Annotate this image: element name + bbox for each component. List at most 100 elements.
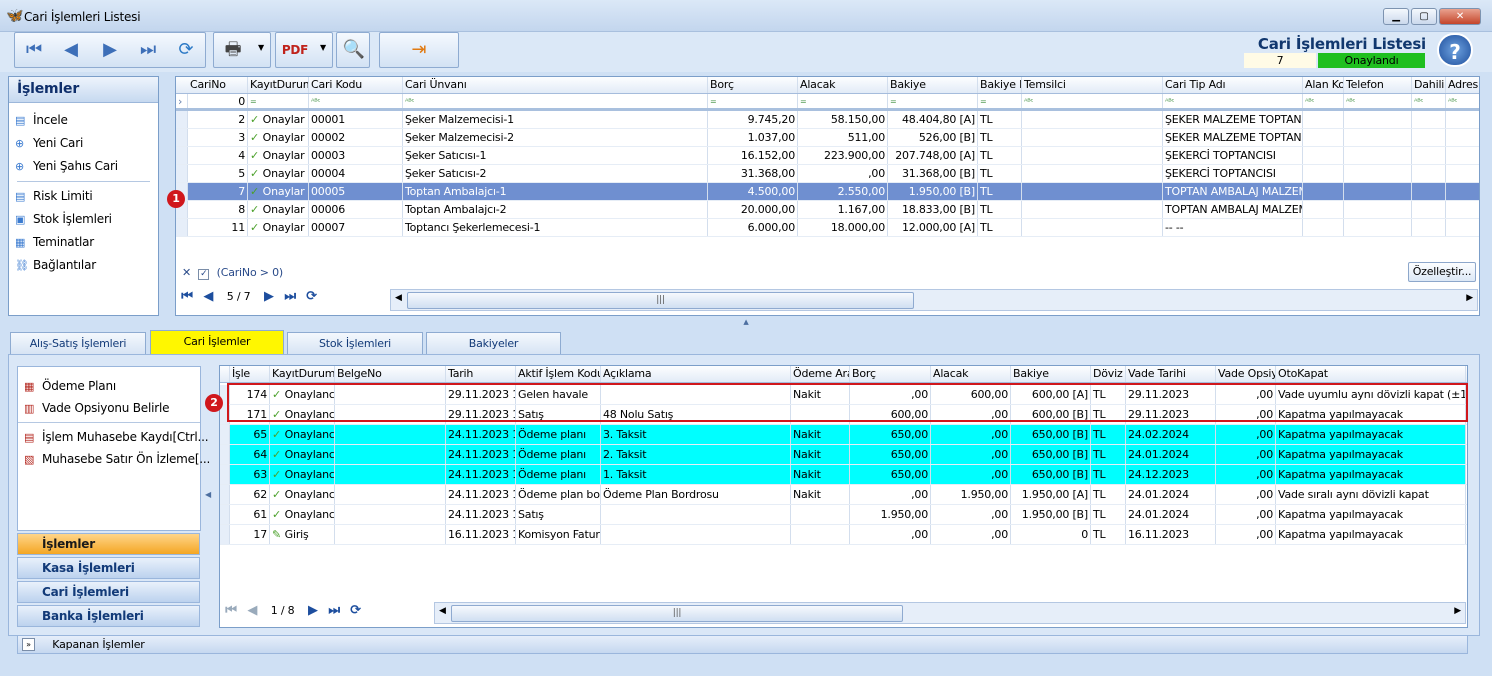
pdf-save-icon[interactable]: PDF: [278, 35, 312, 67]
export-dropdown-icon[interactable]: ▼: [320, 43, 326, 52]
table-row[interactable]: 17 ✎ Giriş 16.11.2023 1 Komisyon Fatura ,00,…: [220, 525, 1467, 545]
bottom-hscrollbar[interactable]: ◀ ||| ▶: [434, 602, 1466, 624]
table-row[interactable]: 2 ✓ Onaylar 00001 Şeker Malzemecisi-1 9.745,…: [176, 111, 1479, 129]
column-header[interactable]: Temsilci: [1022, 77, 1163, 93]
filter-cell[interactable]: ᴬᴮᶜ: [1446, 94, 1479, 108]
action-item[interactable]: ▦ Ödeme Planı: [18, 375, 200, 397]
filter-cell[interactable]: ᴬᴮᶜ: [1412, 94, 1446, 108]
prev-page-icon[interactable]: ◀: [199, 289, 217, 304]
filter-cell[interactable]: ᴬᴮᶜ: [1163, 94, 1303, 108]
filter-cell[interactable]: =: [798, 94, 888, 108]
splitter[interactable]: ▲: [0, 318, 1492, 326]
table-row[interactable]: 8 ✓ Onaylar 00006 Toptan Ambalajcı-2 20.000,…: [176, 201, 1479, 219]
filter-text[interactable]: (CariNo > 0): [217, 266, 284, 279]
filter-cell[interactable]: ᴬᴮᶜ: [1022, 94, 1163, 108]
search-document-icon[interactable]: 🔍: [337, 35, 371, 67]
column-header[interactable]: Vade Tarihi: [1126, 366, 1216, 382]
filter-cell[interactable]: 0: [188, 94, 248, 108]
table-row[interactable]: 65 ✓ Onaylanc 24.11.2023 1 Ödeme planı 3. Ta…: [220, 425, 1467, 445]
action-item[interactable]: ▤ İşlem Muhasebe Kaydı[Ctrl...: [18, 426, 209, 448]
column-header[interactable]: Bakiye D: [978, 77, 1022, 93]
refresh-page-icon[interactable]: ⟳: [346, 603, 364, 618]
top-hscrollbar[interactable]: ◀ ||| ▶: [390, 289, 1478, 311]
column-header[interactable]: Bakiye: [1011, 366, 1091, 382]
closed-transactions-bar[interactable]: » Kapanan İşlemler: [17, 635, 1468, 654]
operations-item[interactable]: ▤ İncele: [9, 109, 158, 132]
column-header[interactable]: Borç: [850, 366, 931, 382]
column-header[interactable]: Borç: [708, 77, 798, 93]
filter-cell[interactable]: =: [248, 94, 309, 108]
last-record-icon[interactable]: ⏭: [131, 35, 165, 67]
column-header[interactable]: Tarih: [446, 366, 516, 382]
table-row[interactable]: 63 ✓ Onaylanc 24.11.2023 1 Ödeme planı 1. Ta…: [220, 465, 1467, 485]
tab-item[interactable]: Bakiyeler: [426, 332, 561, 354]
filter-cell[interactable]: =: [888, 94, 978, 108]
next-page-icon[interactable]: ▶: [304, 603, 322, 618]
section-button[interactable]: Banka İşlemleri: [17, 605, 200, 627]
bottom-scroll-thumb[interactable]: |||: [451, 605, 903, 622]
first-page-icon[interactable]: ⏮: [178, 289, 196, 304]
operations-item[interactable]: ▦ Teminatlar: [9, 231, 158, 254]
column-header[interactable]: OtoKapat: [1276, 366, 1466, 382]
column-header[interactable]: Döviz: [1091, 366, 1126, 382]
operations-item[interactable]: ⊕ Yeni Şahıs Cari: [9, 155, 158, 178]
next-record-icon[interactable]: ▶: [93, 35, 127, 67]
column-header[interactable]: Dahili: [1412, 77, 1446, 93]
column-header[interactable]: Bakiye: [888, 77, 978, 93]
filter-cell[interactable]: =: [978, 94, 1022, 108]
refresh-page-icon[interactable]: ⟳: [302, 289, 320, 304]
operations-item[interactable]: ▤ Risk Limiti: [9, 185, 158, 208]
table-row[interactable]: 5 ✓ Onaylar 00004 Şeker Satıcısı-2 31.368,00…: [176, 165, 1479, 183]
first-page-icon[interactable]: ⏮: [222, 603, 240, 618]
refresh-icon[interactable]: ⟳: [169, 35, 203, 67]
close-button[interactable]: ✕: [1439, 8, 1481, 25]
maximize-button[interactable]: ▢: [1411, 8, 1437, 25]
table-row[interactable]: 11 ✓ Onaylar 00007 Toptancı Şekerlemecesi-1…: [176, 219, 1479, 237]
tab-item[interactable]: Cari İşlemler: [150, 330, 284, 355]
column-header[interactable]: CariNo: [188, 77, 248, 93]
help-icon[interactable]: ?: [1437, 33, 1473, 67]
action-item[interactable]: ▥ Vade Opsiyonu Belirle: [18, 397, 200, 419]
clear-filter-icon[interactable]: ✕: [182, 266, 191, 279]
filter-cell[interactable]: ᴬᴮᶜ: [1344, 94, 1412, 108]
filter-row[interactable]: › 0 = ᴬᴮᶜ ᴬᴮᶜ = = = = ᴬᴮᶜ ᴬᴮᶜ ᴬᴮᶜ ᴬᴮᶜ ᴬᴮᶜ ᴬᴮᶜ: [176, 94, 1479, 111]
print-dropdown-icon[interactable]: ▼: [258, 43, 264, 52]
column-header[interactable]: KayıtDurumu: [270, 366, 335, 382]
tab-item[interactable]: Alış-Satış İşlemleri: [10, 332, 146, 354]
operations-item[interactable]: ▣ Stok İşlemleri: [9, 208, 158, 231]
minimize-button[interactable]: ▁: [1383, 8, 1409, 25]
column-header[interactable]: Açıklama: [601, 366, 791, 382]
prev-record-icon[interactable]: ◀: [54, 35, 88, 67]
section-button[interactable]: Kasa İşlemleri: [17, 557, 200, 579]
filter-checkbox[interactable]: ✓: [198, 269, 210, 280]
column-header[interactable]: BelgeNo: [335, 366, 446, 382]
column-header[interactable]: KayıtDurumu: [248, 77, 309, 93]
column-header[interactable]: Adres: [1446, 77, 1479, 93]
operations-item[interactable]: ⊕ Yeni Cari: [9, 132, 158, 155]
panel-collapse-icon[interactable]: ◀: [205, 490, 211, 499]
column-header[interactable]: Ödeme Ara: [791, 366, 850, 382]
exit-door-icon[interactable]: ⇥: [402, 35, 436, 67]
operations-item[interactable]: ⛓ Bağlantılar: [9, 254, 158, 277]
column-header[interactable]: Vade Opsiyı: [1216, 366, 1276, 382]
table-row[interactable]: 62✓ Onaylanc 24.11.2023 1Ödeme plan bordÖ…: [220, 485, 1467, 505]
column-header[interactable]: Alacak: [798, 77, 888, 93]
column-header[interactable]: İşle: [230, 366, 270, 382]
next-page-icon[interactable]: ▶: [260, 289, 278, 304]
table-row[interactable]: 4 ✓ Onaylar 00003 Şeker Satıcısı-1 16.152,00…: [176, 147, 1479, 165]
customize-button[interactable]: Özelleştir...: [1408, 262, 1476, 282]
expand-icon[interactable]: »: [22, 638, 35, 651]
filter-cell[interactable]: =: [708, 94, 798, 108]
section-button[interactable]: Cari İşlemleri: [17, 581, 200, 603]
column-header[interactable]: Alacak: [931, 366, 1011, 382]
table-row[interactable]: 7 ✓ Onaylar 00005 Toptan Ambalajcı-1 4.500,0…: [176, 183, 1479, 201]
column-header[interactable]: Cari Ünvanı: [403, 77, 708, 93]
column-header[interactable]: Cari Tip Adı: [1163, 77, 1303, 93]
top-scroll-thumb[interactable]: |||: [407, 292, 914, 309]
last-page-icon[interactable]: ⏭: [325, 603, 343, 618]
first-record-icon[interactable]: ⏮: [17, 35, 51, 67]
column-header[interactable]: Telefon: [1344, 77, 1412, 93]
filter-cell[interactable]: ᴬᴮᶜ: [403, 94, 708, 108]
column-header[interactable]: Aktif İşlem Kodu: [516, 366, 601, 382]
print-icon[interactable]: 🖶: [216, 35, 250, 67]
